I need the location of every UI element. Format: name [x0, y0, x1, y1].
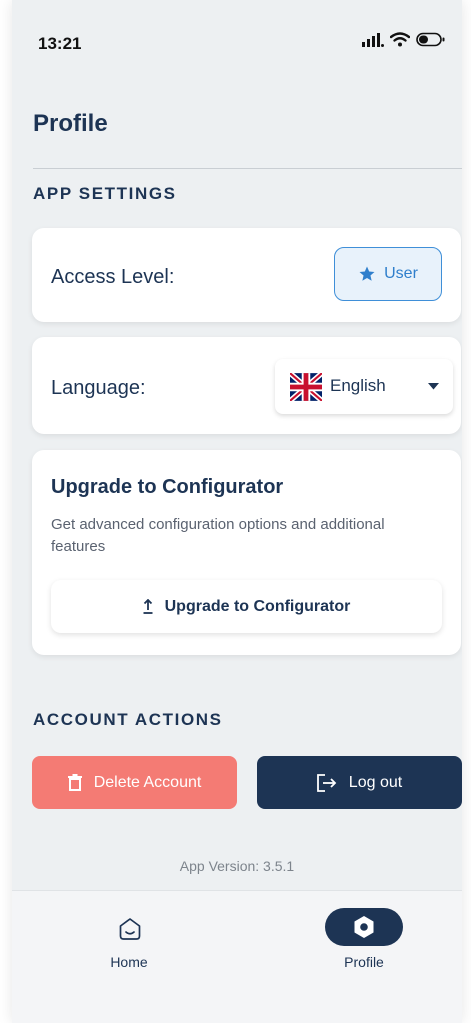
title-divider: [33, 168, 462, 169]
wifi-icon: [390, 32, 410, 47]
upgrade-card: Upgrade to Configurator Get advanced con…: [32, 450, 461, 655]
access-level-card: Access Level: User: [32, 228, 461, 322]
nav-item-home[interactable]: Home: [54, 891, 204, 981]
profile-hex-icon: [354, 916, 374, 938]
uk-flag-icon: [290, 373, 322, 401]
trash-icon: [67, 774, 82, 791]
status-icons: [362, 32, 446, 47]
phone-screen: 13:21 Profile APP SETTINGS Access Level:…: [12, 0, 462, 1023]
language-dropdown[interactable]: English: [275, 359, 453, 414]
language-selected-value: English: [330, 376, 386, 395]
account-actions-heading: ACCOUNT ACTIONS: [33, 710, 223, 729]
cellular-signal-icon: [362, 32, 384, 47]
bottom-nav: Home Profile: [12, 890, 462, 1023]
delete-account-label: Delete Account: [93, 773, 202, 791]
language-label: Language:: [51, 377, 146, 399]
upgrade-button-label: Upgrade to Configurator: [164, 597, 351, 615]
battery-icon: [416, 32, 445, 47]
access-level-button[interactable]: User: [334, 247, 442, 301]
delete-account-button[interactable]: Delete Account: [32, 756, 237, 809]
star-icon: [359, 266, 375, 281]
upgrade-title: Upgrade to Configurator: [51, 476, 284, 498]
dropdown-arrow-icon: [428, 383, 439, 390]
language-card: Language: English: [32, 337, 461, 434]
nav-label-profile: Profile: [344, 954, 384, 970]
app-settings-heading: APP SETTINGS: [33, 184, 177, 203]
status-time: 13:21: [38, 34, 82, 53]
access-level-value: User: [384, 265, 418, 282]
status-bar: 13:21: [12, 0, 462, 90]
nav-label-home: Home: [110, 954, 148, 970]
upload-arrow-icon: [143, 599, 153, 614]
logout-button[interactable]: Log out: [257, 756, 462, 809]
app-version: App Version: 3.5.1: [179, 858, 295, 874]
page-title: Profile: [33, 110, 108, 137]
logout-label: Log out: [348, 773, 403, 791]
access-level-label: Access Level:: [51, 266, 175, 288]
nav-item-profile[interactable]: Profile: [289, 891, 439, 981]
upgrade-description: Get advanced configuration options and a…: [51, 516, 385, 555]
home-icon: [119, 918, 141, 940]
upgrade-button[interactable]: Upgrade to Configurator: [51, 580, 442, 633]
logout-icon: [316, 773, 337, 792]
